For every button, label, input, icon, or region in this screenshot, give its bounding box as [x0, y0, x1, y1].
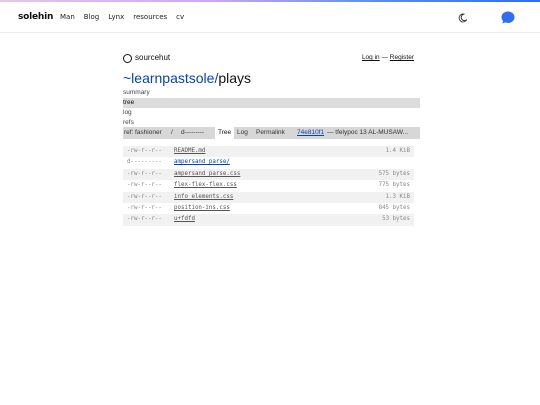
nav-link-lynx[interactable]: Lynx [108, 13, 124, 21]
table-row: -rw-r--r-- u+fdfd 53 bytes [123, 214, 414, 226]
file-size: 53 bytes [382, 216, 410, 223]
sourcehut-logo-icon [123, 54, 132, 63]
commit-message: — tfelypoc 13 AL-MUSAW... [327, 129, 409, 136]
ref-label: ref: [124, 129, 134, 136]
tree-button[interactable]: Tree [215, 127, 235, 139]
table-row: -rw-r--r-- info_elements.css 1.3 KiB [123, 191, 414, 203]
file-size: 1.4 KiB [385, 148, 410, 154]
file-link[interactable]: position-ins.css [174, 203, 230, 214]
ref-slash: / [171, 129, 173, 136]
nav-link-resources[interactable]: resources [133, 13, 167, 21]
ref-value[interactable]: fashioner [135, 129, 162, 136]
file-permissions: -rw-r--r-- [127, 170, 162, 177]
file-permissions: -rw-r--r-- [127, 182, 162, 189]
top-nav: solehin Man Blog Lynx resources cv [0, 2, 540, 33]
file-permissions: -rw-r--r-- [127, 204, 162, 211]
site-logo[interactable]: solehin [18, 12, 53, 22]
auth-separator: — [381, 54, 388, 61]
file-size: 575 bytes [378, 170, 410, 177]
file-size: 775 bytes [378, 182, 410, 189]
file-link[interactable]: ampersand_parse.css [174, 169, 240, 180]
tab-log[interactable]: log [123, 108, 420, 118]
chat-bubble-icon[interactable] [501, 11, 515, 24]
log-button[interactable]: Log [237, 129, 248, 136]
table-row: -rw-r--r-- README.md 1.4 KiB [123, 146, 414, 158]
nav-link-blog[interactable]: Blog [84, 13, 99, 21]
repo-title: ~learnpastsole/plays [123, 70, 420, 88]
file-size: 1.3 KiB [385, 193, 410, 200]
moon-icon[interactable] [458, 13, 468, 23]
tab-tree[interactable]: tree [123, 98, 420, 108]
file-link[interactable]: flex-flex-flex.css [174, 180, 237, 191]
table-row: d--------- ampersand_parse/ [123, 157, 414, 168]
nav-link-man[interactable]: Man [60, 13, 75, 21]
register-link[interactable]: Register [390, 54, 414, 61]
permalink-button[interactable]: Permalink [256, 129, 285, 136]
table-row: -rw-r--r-- flex-flex-flex.css 775 bytes [123, 180, 414, 191]
file-permissions: -rw-r--r-- [127, 148, 162, 154]
commit-hash-link[interactable]: 74e810f1 [297, 129, 324, 136]
repo-menu: summary tree log refs [123, 88, 420, 128]
file-link[interactable]: README.md [174, 146, 205, 157]
repo-header: sourcehut Log in — Register ~learnpastso… [123, 52, 420, 128]
auth-links: Log in — Register [362, 54, 414, 61]
path-label: d--------- [181, 129, 205, 136]
file-size: 845 bytes [378, 204, 410, 211]
file-permissions: d--------- [127, 159, 162, 166]
repo-name: plays [218, 70, 252, 86]
repo-owner-link[interactable]: ~learnpastsole [123, 70, 214, 86]
nav-links: Man Blog Lynx resources cv [60, 13, 184, 21]
sourcehut-bar: sourcehut Log in — Register [123, 52, 420, 66]
file-link[interactable]: u+fdfd [174, 214, 195, 225]
tab-summary[interactable]: summary [123, 88, 420, 98]
directory-link[interactable]: ampersand_parse/ [174, 157, 230, 168]
nav-link-cv[interactable]: cv [176, 13, 184, 21]
login-link[interactable]: Log in [362, 54, 380, 61]
file-list: -rw-r--r-- README.md 1.4 KiB d--------- … [123, 146, 414, 226]
sourcehut-link[interactable]: sourcehut [135, 53, 170, 62]
table-row: -rw-r--r-- ampersand_parse.css 575 bytes [123, 168, 414, 181]
file-permissions: -rw-r--r-- [127, 193, 162, 200]
file-permissions: -rw-r--r-- [127, 216, 162, 223]
table-row: -rw-r--r-- position-ins.css 845 bytes [123, 203, 414, 214]
file-link[interactable]: info_elements.css [174, 192, 233, 203]
ref-bar: ref: fashioner / d--------- Tree Log Per… [123, 127, 420, 139]
